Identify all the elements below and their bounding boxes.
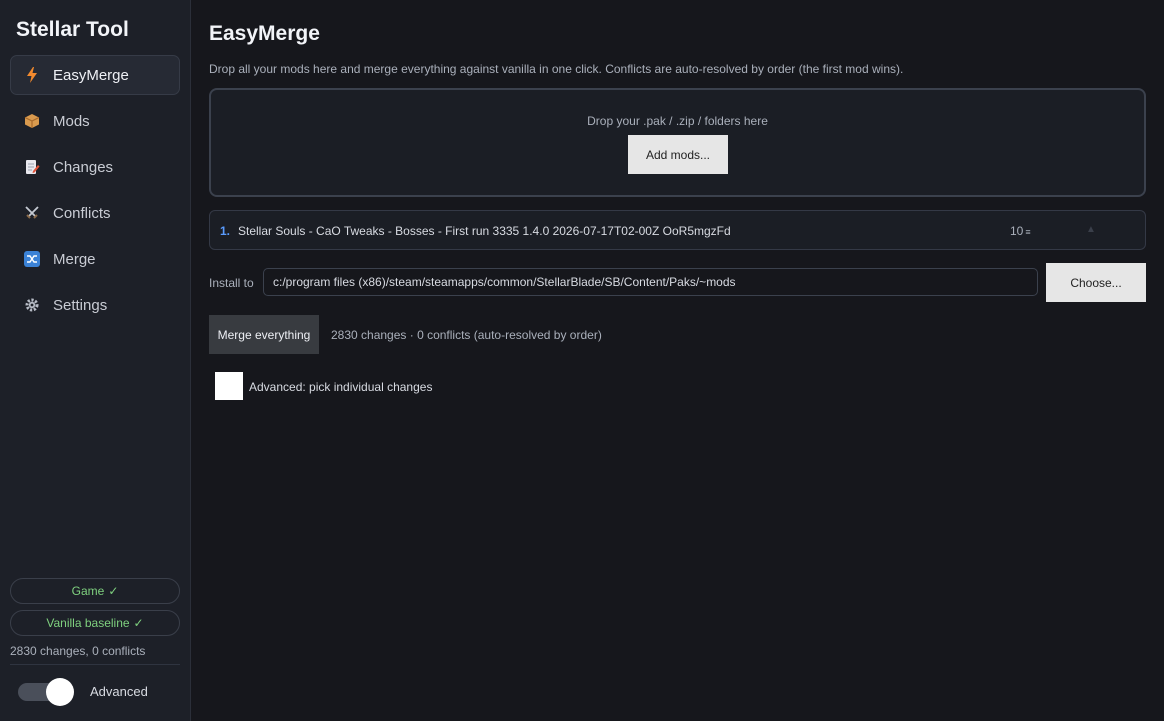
sidebar-item-settings[interactable]: Settings [10,285,180,325]
drop-zone-text: Drop your .pak / .zip / folders here [587,114,768,128]
shuffle-icon [23,250,41,268]
sidebar-item-label: Conflicts [53,204,111,222]
divider [10,664,180,665]
page-title: EasyMerge [209,22,320,45]
sidebar-item-label: Settings [53,296,108,314]
advanced-pick-checkbox[interactable] [215,372,243,400]
package-icon [23,112,41,130]
mod-index: 1. [220,224,231,238]
sidebar-item-label: Mods [53,112,90,130]
sidebar-item-label: Merge [53,250,96,268]
crossed-swords-icon [23,204,41,222]
sidebar-item-easymerge[interactable]: EasyMerge [10,55,180,95]
install-path-input[interactable] [263,268,1038,296]
install-label: Install to [209,276,254,290]
vanilla-status-badge: Vanilla baseline ✓ [10,610,180,636]
add-mods-button[interactable]: Add mods... [628,135,728,174]
game-status-badge: Game ✓ [10,578,180,604]
drop-zone[interactable]: Drop your .pak / .zip / folders here Add… [209,88,1146,197]
mod-change-count: 10 ≡ [1010,224,1031,238]
sidebar-item-merge[interactable]: Merge [10,239,180,279]
advanced-toggle-label: Advanced [90,684,148,699]
choose-button[interactable]: Choose... [1046,263,1146,302]
document-edit-icon [23,158,41,176]
sidebar-item-label: Changes [53,158,114,176]
advanced-toggle[interactable] [18,678,76,706]
app-title: Stellar Tool [16,18,129,41]
lightning-icon [23,66,41,84]
list-item[interactable]: 1. Stellar Souls - CaO Tweaks - Bosses -… [210,211,1145,249]
sidebar-nav: EasyMerge Mods Changes Conflicts Merge S… [10,55,180,331]
check-icon: ✓ [133,616,144,630]
mod-list: 1. Stellar Souls - CaO Tweaks - Bosses -… [209,210,1146,250]
move-up-icon[interactable]: ▲ [1086,224,1096,235]
page-description: Drop all your mods here and merge everyt… [209,62,904,76]
sidebar: Stellar Tool EasyMerge Mods Changes Conf… [0,0,191,721]
sidebar-item-changes[interactable]: Changes [10,147,180,187]
mod-name: Stellar Souls - CaO Tweaks - Bosses - Fi… [238,224,731,238]
toggle-knob [46,678,74,706]
list-icon: ≡ [1025,227,1031,237]
advanced-pick-label: Advanced: pick individual changes [249,380,433,394]
merge-status: 2830 changes · 0 conflicts (auto-resolve… [331,328,602,342]
merge-everything-button[interactable]: Merge everything [209,315,319,354]
sidebar-summary: 2830 changes, 0 conflicts [10,644,146,658]
sidebar-item-label: EasyMerge [53,66,129,84]
main-content: EasyMerge Drop all your mods here and me… [209,0,1146,721]
check-icon: ✓ [108,584,119,598]
gear-icon [23,296,41,314]
sidebar-item-conflicts[interactable]: Conflicts [10,193,180,233]
sidebar-item-mods[interactable]: Mods [10,101,180,141]
